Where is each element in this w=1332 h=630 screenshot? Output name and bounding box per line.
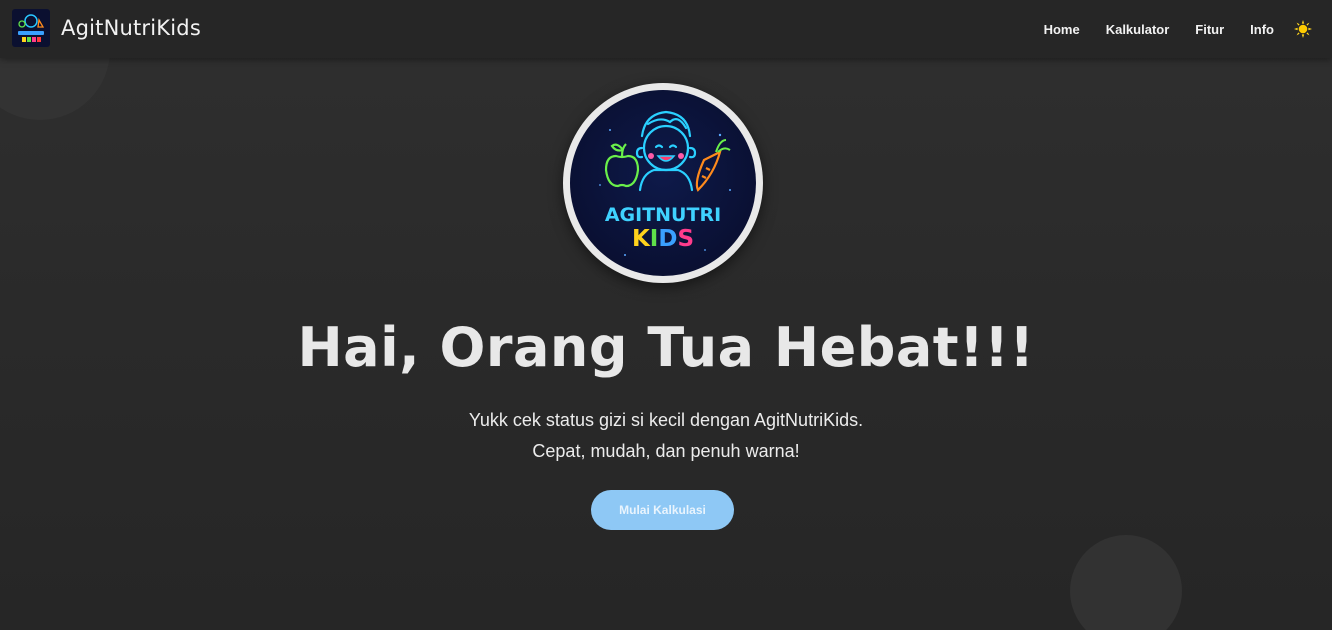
logo-text-line2: KIDS [632, 226, 694, 252]
nav-link-fitur[interactable]: Fitur [1195, 22, 1224, 37]
start-calculation-button[interactable]: Mulai Kalkulasi [591, 490, 734, 530]
nav-link-home[interactable]: Home [1044, 22, 1080, 37]
nav-menu: Home Kalkulator Fitur Info [1018, 0, 1312, 58]
page-title: Hai, Orang Tua Hebat!!! [297, 316, 1035, 379]
hero-subtitle-line: Cepat, mudah, dan penuh warna! [532, 441, 800, 461]
navbar: AgitNutriKids Home Kalkulator Fitur Info [0, 0, 1332, 58]
brand-logo-icon [12, 9, 50, 47]
nav-link-info[interactable]: Info [1250, 22, 1274, 37]
hero-logo: AGITNUTRI KIDS [563, 83, 763, 283]
decorative-circle [1070, 535, 1182, 630]
hero-subtitle-line: Yukk cek status gizi si kecil dengan Agi… [468, 410, 864, 430]
hero-logo-image: AGITNUTRI KIDS [570, 90, 756, 276]
nav-link-kalkulator[interactable]: Kalkulator [1106, 22, 1170, 37]
brand[interactable]: AgitNutriKids [12, 9, 201, 47]
brand-name: AgitNutriKids [61, 16, 201, 40]
page: AgitNutriKids Home Kalkulator Fitur Info [0, 0, 1332, 630]
sun-icon[interactable] [1294, 20, 1312, 38]
hero-subtitle: Yukk cek status gizi si kecil dengan Agi… [0, 405, 1332, 467]
logo-text-line1: AGITNUTRI [605, 204, 721, 226]
